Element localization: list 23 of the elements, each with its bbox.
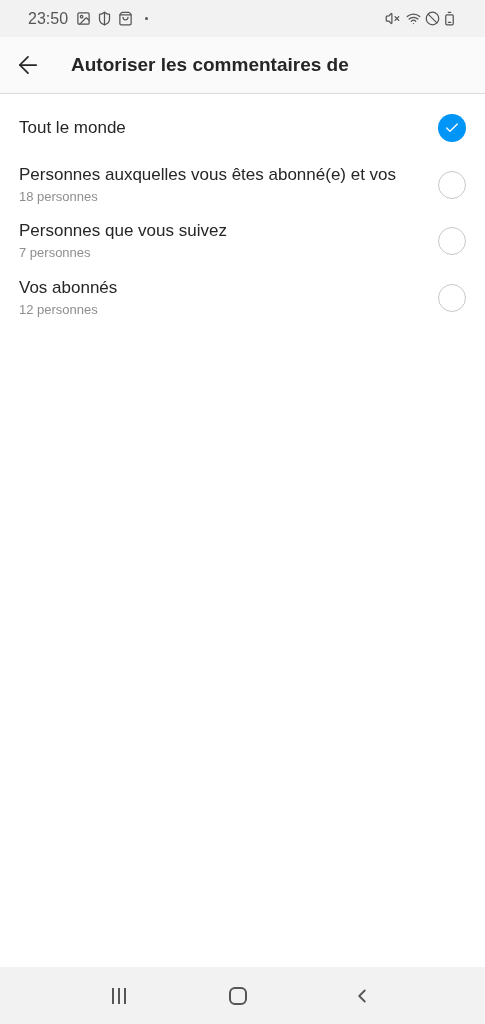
option-label: Personnes auxquelles vous êtes abonné(e) et vos	[19, 163, 398, 186]
radio-checked[interactable]	[438, 114, 466, 143]
recent-apps-icon[interactable]	[111, 987, 126, 1004]
bag-icon	[118, 11, 134, 26]
page-title: Autoriser les commentaires de	[71, 52, 349, 77]
wifi-icon	[406, 11, 421, 26]
option-label: Personnes que vous suivez	[19, 220, 228, 243]
blocked-icon	[425, 11, 440, 26]
option-row[interactable]: Tout le monde	[0, 100, 485, 157]
option-row[interactable]: Personnes auxquelles vous êtes abonné(e) et vos 18 personnes	[0, 156, 485, 213]
shield-icon	[97, 11, 113, 26]
status-time: 23:50	[28, 8, 69, 29]
mute-icon	[385, 11, 400, 26]
option-count: 18 personnes	[19, 187, 99, 206]
option-count: 7 personnes	[19, 244, 92, 263]
home-icon[interactable]	[229, 986, 248, 1005]
image-icon	[76, 11, 92, 26]
option-row[interactable]: Vos abonnés 12 personnes	[0, 269, 485, 326]
option-label: Vos abonnés	[19, 276, 119, 299]
option-label: Tout le monde	[19, 117, 127, 140]
option-count: 12 personnes	[19, 300, 99, 319]
battery-icon	[442, 11, 457, 26]
option-row[interactable]: Personnes que vous suivez 7 personnes	[0, 213, 485, 270]
